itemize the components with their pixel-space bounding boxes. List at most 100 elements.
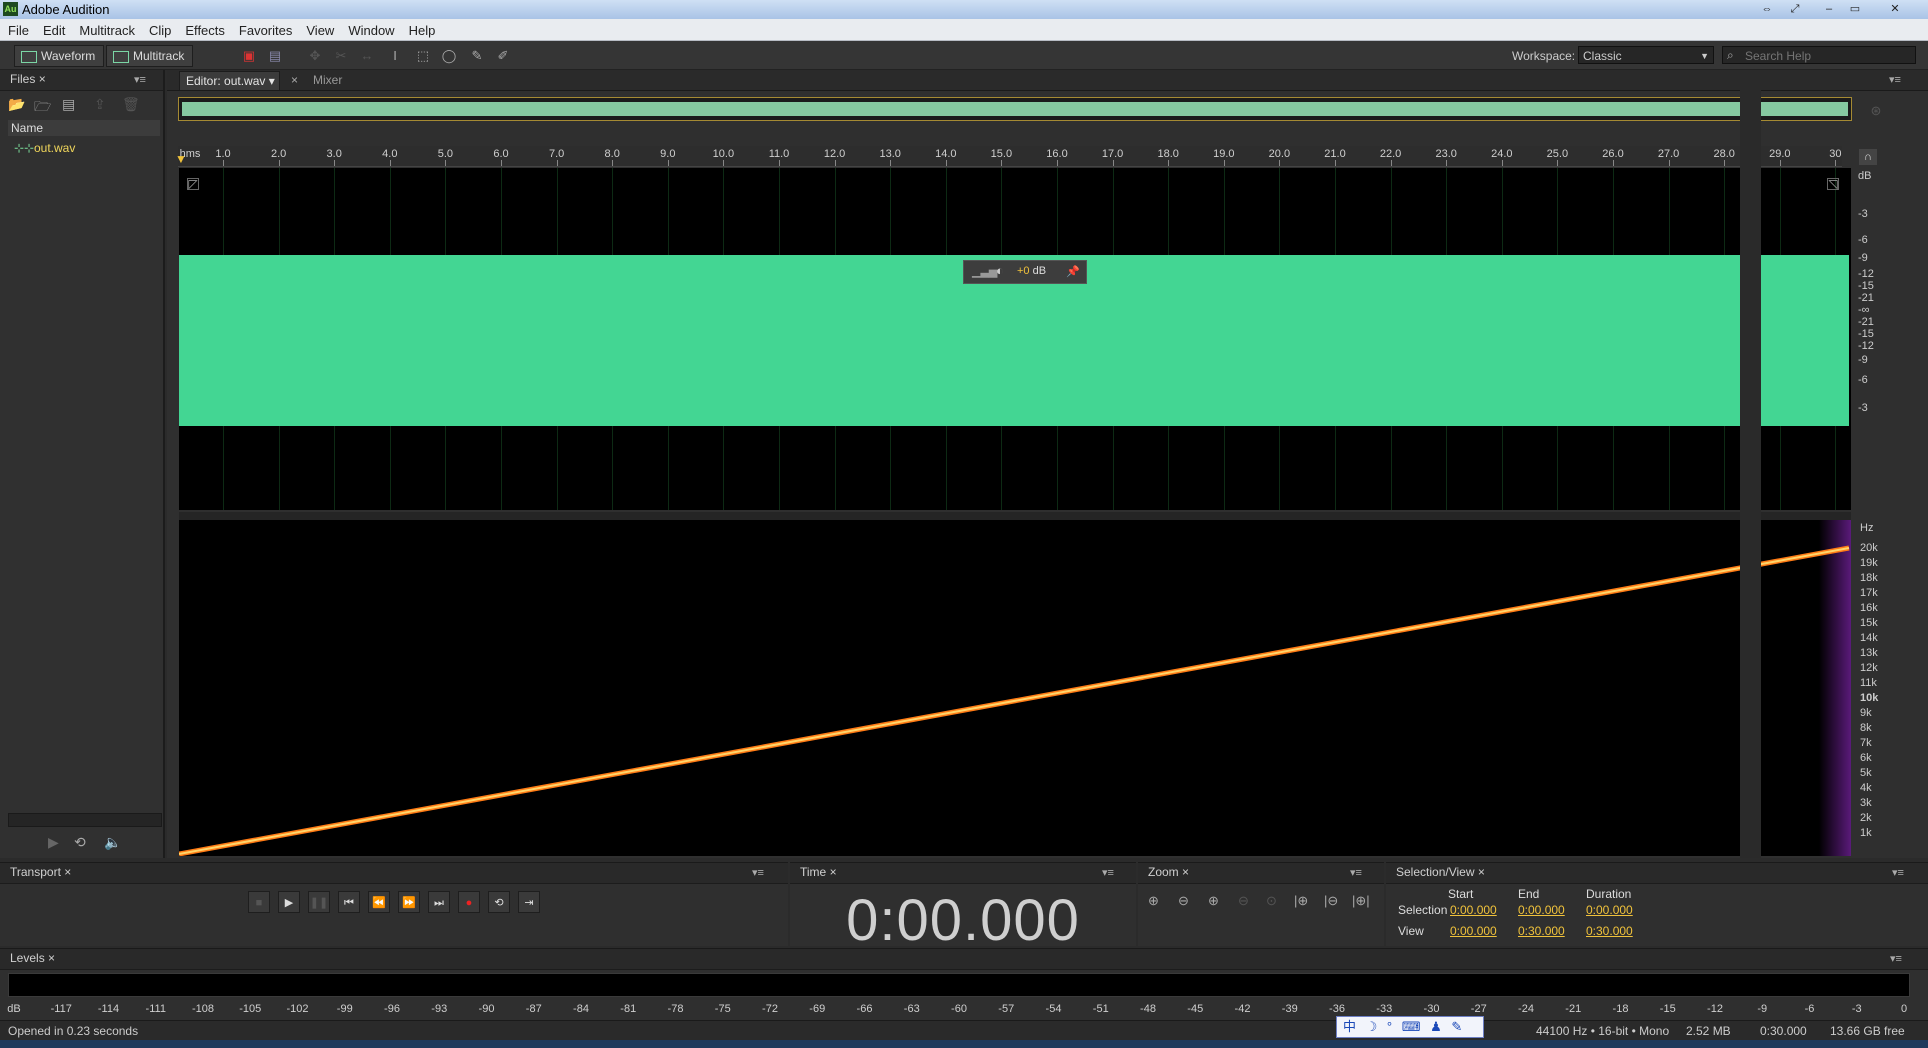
menu-effects[interactable]: Effects [177,19,231,38]
record-button[interactable]: ● [458,891,480,913]
lasso-tool-icon[interactable]: ◯ [440,47,458,65]
time-display[interactable]: 0:00.000 [790,887,1136,954]
time-selection-tool-icon[interactable]: I [386,47,404,65]
file-list-item[interactable]: ⊹⊹ out.wav [14,141,75,155]
ruler-tick-label: 14.0 [935,148,957,160]
selection-start-value[interactable]: 0:00.000 [1450,903,1497,917]
workspace-select[interactable]: Classic ▼ [1578,46,1714,64]
zoom-out-time-icon[interactable]: ⊖ [1238,893,1249,909]
minimize-button[interactable]: – [1816,1,1842,17]
selection-end-value[interactable]: 0:00.000 [1518,903,1565,917]
slip-tool-icon[interactable]: ↔ [358,47,376,65]
close-icon[interactable]: × [285,71,304,89]
brush-tool-icon[interactable]: ✎ [468,47,486,65]
menu-view[interactable]: View [298,19,340,38]
hud-gain-value[interactable]: +0 [1017,265,1030,277]
horizontal-scrollbar[interactable] [8,813,162,827]
play-button[interactable]: ▶ [278,891,300,913]
marquee-tool-icon[interactable]: ⬚ [414,47,432,65]
panel-menu-icon[interactable]: ▾≡ [134,73,146,86]
fade-out-handle-icon[interactable]: ◹ [1827,178,1839,190]
spectral-display-icon[interactable]: ▤ [266,47,284,65]
waveform-display-icon[interactable]: ▣ [240,47,258,65]
amplitude-hud[interactable]: ▁▃▅ ◐ +0 dB 📌 [963,260,1087,284]
panel-menu-icon[interactable]: ▾≡ [1350,866,1362,879]
restore-button[interactable]: ▭ [1842,1,1868,17]
menu-window[interactable]: Window [340,19,400,38]
search-help-input[interactable] [1743,48,1915,64]
zoom-in-point-a-icon[interactable]: |⊕ [1294,893,1308,909]
transport-tab[interactable]: Transport × [4,863,77,881]
view-start-value[interactable]: 0:00.000 [1450,924,1497,938]
zoom-out-amplitude-icon[interactable]: ⊖ [1178,893,1189,909]
panel-menu-icon[interactable]: ▾≡ [1102,866,1114,879]
stop-button[interactable]: ■ [248,891,270,913]
go-to-start-button[interactable]: ⏮ [338,891,360,913]
playhead-marker-icon[interactable]: ▼ [175,152,187,166]
razor-tool-icon[interactable]: ✂ [332,47,350,65]
menu-help[interactable]: Help [401,19,442,38]
menu-edit[interactable]: Edit [35,19,71,38]
close-icon[interactable]: × [39,72,46,86]
volume-knob-icon[interactable]: ◐ [996,263,1004,278]
pin-icon[interactable]: 📌 [1066,265,1080,278]
zoom-navigator[interactable] [178,97,1852,121]
name-column-header[interactable]: Name [8,120,160,136]
rewind-button[interactable]: ⏪ [368,891,390,913]
zoom-in-amplitude-icon[interactable]: ⊕ [1148,893,1159,909]
search-help-box[interactable]: ⌕ [1722,46,1916,64]
open-file-icon[interactable]: 📂 [8,96,25,113]
panel-menu-icon[interactable]: ▾≡ [1892,866,1904,879]
zoom-tab[interactable]: Zoom × [1142,863,1195,881]
pause-button[interactable]: ❚❚ [308,891,330,913]
fast-forward-button[interactable]: ⏩ [398,891,420,913]
waveform-view-button[interactable]: Waveform [14,45,105,67]
panel-menu-icon[interactable]: ▾≡ [752,866,764,879]
skip-selection-button[interactable]: ⇥ [518,891,540,913]
import-file-icon[interactable]: 🗁 [34,96,51,120]
zoom-in-point-b-icon[interactable]: |⊖ [1324,893,1338,909]
ime-toolbar[interactable]: 中 ☽ ° ⌨ ♟ ✎ [1336,1016,1484,1038]
mixer-tab[interactable]: Mixer [307,71,348,89]
files-tab[interactable]: Files × [4,70,52,88]
waveform-display[interactable]: ◸ ◹ ▁▃▅ ◐ +0 dB 📌 [179,168,1851,510]
chevron-down-icon[interactable]: ▾ [269,74,275,88]
zoom-out-full-icon[interactable]: ⊙ [1266,893,1277,909]
levels-tab[interactable]: Levels × [4,949,61,967]
speaker-icon[interactable]: 🔈 [104,834,121,851]
insert-icon[interactable]: ⇪ [94,96,106,113]
menu-file[interactable]: File [0,19,35,38]
zoom-selection-icon[interactable]: |⊕| [1352,893,1370,909]
spectral-frequency-display[interactable] [179,520,1851,856]
new-file-icon[interactable]: ▤ [62,96,75,113]
right-scroll-gutter[interactable] [1740,70,1761,858]
multitrack-view-button[interactable]: Multitrack [106,45,194,67]
zoom-to-fit-icon[interactable]: ⊛ [1867,102,1885,120]
loop-playback-button[interactable]: ⟲ [488,891,510,913]
swap-icon[interactable]: ⇔ [1754,1,1780,17]
view-duration-value[interactable]: 0:30.000 [1586,924,1633,938]
trash-icon[interactable]: 🗑 [122,96,140,113]
menu-favorites[interactable]: Favorites [231,19,298,38]
healing-tool-icon[interactable]: ✐ [494,47,512,65]
display-splitter[interactable] [179,512,1851,520]
panel-menu-icon[interactable]: ▾≡ [1889,73,1901,86]
time-ruler[interactable]: hms 1.0 2.0 3.0 4.0 5.0 6.0 7.0 8.0 9.0 10.0 11.0 1… [178,146,1842,167]
selection-view-tab[interactable]: Selection/View × [1390,863,1491,881]
zoom-in-time-icon[interactable]: ⊕ [1208,893,1219,909]
menu-multitrack[interactable]: Multitrack [71,19,141,38]
view-end-value[interactable]: 0:30.000 [1518,924,1565,938]
maximize-alt-icon[interactable]: ⤢ [1782,1,1808,17]
move-tool-icon[interactable]: ✥ [306,47,324,65]
play-icon[interactable]: ▶ [48,834,59,851]
editor-tab[interactable]: Editor: out.wav ▾ [179,71,280,90]
fade-in-handle-icon[interactable]: ◸ [187,178,199,190]
headphones-icon[interactable]: ∩ [1859,149,1877,165]
close-button[interactable]: ✕ [1880,1,1910,17]
menu-clip[interactable]: Clip [141,19,177,38]
panel-menu-icon[interactable]: ▾≡ [1890,952,1902,965]
go-to-end-button[interactable]: ⏭ [428,891,450,913]
loop-icon[interactable]: ⟲ [74,834,86,851]
time-tab[interactable]: Time × [794,863,843,881]
selection-duration-value[interactable]: 0:00.000 [1586,903,1633,917]
